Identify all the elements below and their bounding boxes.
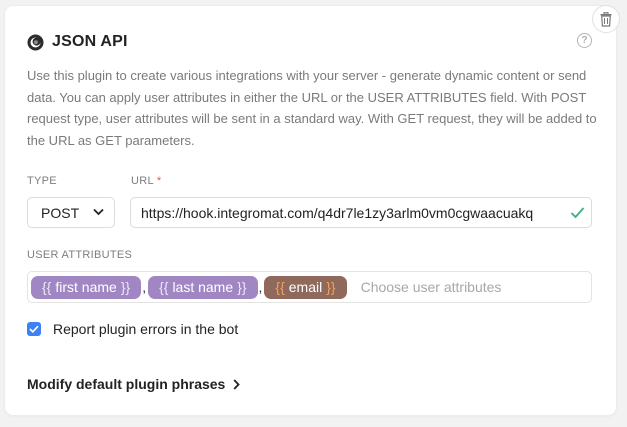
report-errors-label: Report plugin errors in the bot bbox=[53, 321, 239, 337]
trash-icon bbox=[600, 11, 612, 27]
type-label: TYPE bbox=[27, 175, 57, 187]
report-errors-row[interactable]: Report plugin errors in the bot bbox=[27, 321, 238, 337]
chevron-right-icon bbox=[233, 378, 241, 390]
type-value: POST bbox=[41, 204, 80, 221]
help-icon[interactable]: ? bbox=[577, 33, 592, 48]
checkmark-icon bbox=[29, 325, 39, 333]
report-errors-checkbox[interactable] bbox=[27, 322, 41, 336]
attribute-separator: , bbox=[142, 279, 147, 295]
plugin-description: Use this plugin to create various integr… bbox=[27, 68, 597, 148]
plugin-header: JSON API bbox=[27, 33, 128, 51]
plugin-title: JSON API bbox=[52, 33, 128, 50]
attribute-chip-last-name[interactable]: {{ last name }} bbox=[148, 275, 258, 299]
user-attributes-field[interactable]: {{ first name }} , {{ last name }} , {{ … bbox=[27, 271, 592, 303]
checkmark-icon bbox=[570, 207, 585, 219]
json-logo-icon bbox=[27, 34, 44, 50]
attribute-chip-first-name[interactable]: {{ first name }} bbox=[31, 275, 142, 299]
attribute-chip-email[interactable]: {{ email }} bbox=[264, 275, 347, 299]
type-select[interactable]: POST bbox=[27, 197, 115, 228]
chevron-down-icon bbox=[93, 208, 104, 216]
modify-phrases-link[interactable]: Modify default plugin phrases bbox=[27, 376, 241, 392]
url-value: https://hook.integromat.com/q4dr7le1zy3a… bbox=[141, 204, 534, 221]
attributes-placeholder[interactable]: Choose user attributes bbox=[361, 279, 502, 295]
attribute-separator: , bbox=[258, 279, 263, 295]
user-attributes-label: USER ATTRIBUTES bbox=[27, 249, 133, 261]
delete-plugin-button[interactable] bbox=[592, 5, 620, 33]
required-mark: * bbox=[156, 175, 162, 187]
url-label: URL * bbox=[131, 175, 162, 187]
url-input[interactable]: https://hook.integromat.com/q4dr7le1zy3a… bbox=[130, 197, 592, 228]
